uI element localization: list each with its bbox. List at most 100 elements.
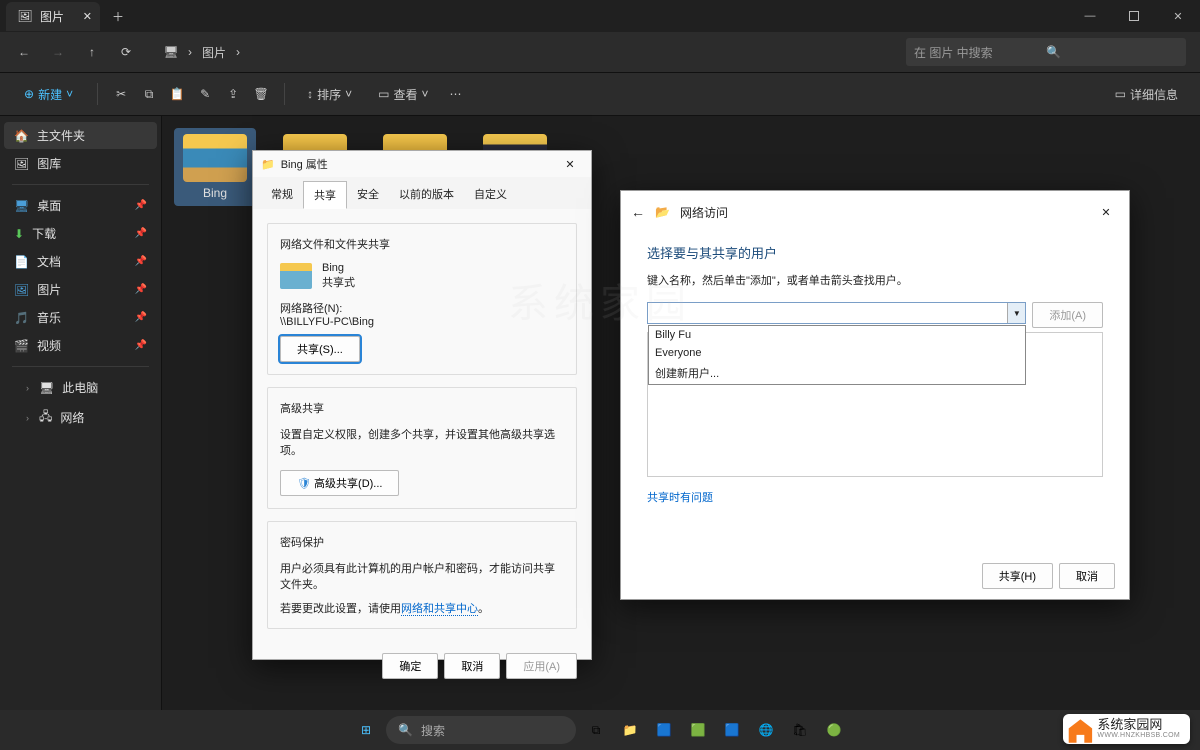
sidebar-item-music[interactable]: 🎵 音乐📌 bbox=[4, 304, 157, 331]
dialog-footer: 共享(H) 取消 bbox=[621, 553, 1129, 599]
cancel-button[interactable]: 取消 bbox=[444, 653, 500, 679]
tab-security[interactable]: 安全 bbox=[347, 181, 389, 209]
trouble-link[interactable]: 共享时有问题 bbox=[647, 489, 1103, 506]
watermark-badge: 系统家园网 WWW.HNZKHBSB.COM bbox=[1063, 714, 1190, 744]
dropdown-toggle[interactable]: ▼ bbox=[1007, 303, 1025, 323]
navbar: ← → ↑ ⟳ 🖥 › 图片 › 在 图片 中搜索 bbox=[0, 32, 1200, 72]
shared-folder-icon bbox=[280, 263, 312, 289]
panel-title: 网络文件和文件夹共享 bbox=[280, 236, 564, 252]
password-protection-panel: 密码保护 用户必须具有此计算机的用户帐户和密码，才能访问共享文件夹。 若要更改此… bbox=[267, 521, 577, 629]
properties-dialog: 📁 Bing 属性 常规 共享 安全 以前的版本 自定义 网络文件和文件夹共享 … bbox=[252, 150, 592, 660]
dialog-title: 网络访问 bbox=[680, 204, 728, 221]
share-button[interactable]: 共享(H) bbox=[982, 563, 1053, 589]
network-path-value: \\BILLYFU-PC\Bing bbox=[280, 316, 564, 328]
tab-previous-versions[interactable]: 以前的版本 bbox=[389, 181, 464, 209]
back-button[interactable]: ← bbox=[14, 42, 34, 62]
taskbar-search[interactable]: 🔍搜索 bbox=[386, 716, 576, 744]
sidebar-item-documents[interactable]: 📄 文档📌 bbox=[4, 248, 157, 275]
advanced-sharing-panel: 高级共享 设置自定义权限，创建多个共享，并设置其他高级共享选项。 🛡 高级共享(… bbox=[267, 387, 577, 509]
app-icon[interactable]: 🟩 bbox=[684, 716, 712, 744]
sidebar-item-network[interactable]: ›🖧 网络 bbox=[4, 402, 157, 433]
maximize-button[interactable] bbox=[1112, 0, 1156, 32]
close-window-button[interactable] bbox=[1156, 0, 1200, 32]
back-button[interactable]: ← bbox=[631, 204, 645, 220]
app-icon[interactable]: 🟦 bbox=[718, 716, 746, 744]
password-line1: 用户必须具有此计算机的用户帐户和密码，才能访问共享文件夹。 bbox=[280, 560, 564, 592]
refresh-button[interactable]: ⟳ bbox=[116, 42, 136, 62]
paste-icon[interactable]: 📋 bbox=[168, 85, 186, 103]
rename-icon[interactable]: ✎ bbox=[196, 85, 214, 103]
taskbar: ⊞ 🔍搜索 ⧉ 📁 🟦 🟩 🟦 🌐 🛍 🟢 ˄ 英 bbox=[0, 710, 1200, 750]
pictures-icon: 🖼 bbox=[18, 9, 32, 23]
titlebar: 🖼 图片 ＋ bbox=[0, 0, 1200, 32]
user-dropdown: Billy Fu Everyone 创建新用户... bbox=[648, 325, 1026, 385]
folder-icon: 📁 bbox=[261, 158, 275, 171]
cancel-button[interactable]: 取消 bbox=[1059, 563, 1115, 589]
minimize-button[interactable] bbox=[1068, 0, 1112, 32]
dropdown-option[interactable]: Everyone bbox=[649, 344, 1025, 362]
copy-icon[interactable]: ⧉ bbox=[140, 85, 158, 103]
task-view-icon[interactable]: ⧉ bbox=[582, 716, 610, 744]
sidebar: 🏠 主文件夹 🖼 图库 🖥 桌面📌 ⬇ 下载📌 📄 文档📌 🖼 图片📌 🎵 音乐… bbox=[0, 116, 162, 726]
cut-icon[interactable]: ✂ bbox=[112, 85, 130, 103]
sidebar-item-pictures[interactable]: 🖼 图片📌 bbox=[4, 276, 157, 303]
details-pane-button[interactable]: ▭ 详细信息 bbox=[1107, 80, 1186, 109]
network-sharing-panel: 网络文件和文件夹共享 Bing 共享式 网络路径(N): \\BILLYFU-P… bbox=[267, 223, 577, 375]
sidebar-item-thispc[interactable]: ›🖥 此电脑 bbox=[4, 374, 157, 401]
edge-icon[interactable]: 🌐 bbox=[752, 716, 780, 744]
dialog-title: Bing 属性 bbox=[281, 156, 328, 172]
sidebar-item-videos[interactable]: 🎬 视频📌 bbox=[4, 332, 157, 359]
toolbar: ⊕ 新建 ˅ ✂ ⧉ 📋 ✎ ⇪ 🗑 ↕ 排序 ˅ ▭ 查看 ˅ ⋯ ▭ 详细信… bbox=[0, 72, 1200, 116]
folder-label: Bing bbox=[203, 186, 227, 200]
dialog-heading: 选择要与其共享的用户 bbox=[647, 243, 1103, 262]
add-button[interactable]: 添加(A) bbox=[1032, 302, 1103, 328]
tab-customize[interactable]: 自定义 bbox=[464, 181, 517, 209]
chevron-icon: › bbox=[188, 45, 192, 59]
advanced-share-button[interactable]: 🛡 高级共享(D)... bbox=[280, 470, 399, 496]
folder-name: Bing bbox=[322, 262, 355, 274]
more-icon[interactable]: ⋯ bbox=[447, 85, 465, 103]
network-path-label: 网络路径(N): bbox=[280, 300, 564, 316]
user-input[interactable] bbox=[648, 303, 1007, 323]
user-combo[interactable]: ▼ Billy Fu Everyone 创建新用户... bbox=[647, 302, 1026, 324]
new-button[interactable]: ⊕ 新建 ˅ bbox=[14, 80, 83, 109]
window-tab[interactable]: 🖼 图片 bbox=[6, 2, 100, 31]
app-icon[interactable]: 🟦 bbox=[650, 716, 678, 744]
shared-folder-icon: 📂 bbox=[655, 205, 670, 219]
sort-button[interactable]: ↕ 排序 ˅ bbox=[299, 80, 360, 109]
breadcrumb-item[interactable]: 图片 bbox=[202, 44, 226, 61]
advanced-desc: 设置自定义权限，创建多个共享，并设置其他高级共享选项。 bbox=[280, 426, 564, 458]
dropdown-option[interactable]: 创建新用户... bbox=[649, 362, 1025, 384]
sidebar-item-downloads[interactable]: ⬇ 下载📌 bbox=[4, 220, 157, 247]
breadcrumb[interactable]: 🖥 › 图片 › bbox=[164, 44, 240, 61]
delete-icon[interactable]: 🗑 bbox=[252, 85, 270, 103]
close-tab-icon[interactable] bbox=[83, 9, 92, 23]
ok-button[interactable]: 确定 bbox=[382, 653, 438, 679]
share-button[interactable]: 共享(S)... bbox=[280, 336, 360, 362]
dropdown-option[interactable]: Billy Fu bbox=[649, 326, 1025, 344]
forward-button[interactable]: → bbox=[48, 42, 68, 62]
search-placeholder: 在 图片 中搜索 bbox=[914, 44, 1046, 61]
explorer-icon[interactable]: 📁 bbox=[616, 716, 644, 744]
share-icon[interactable]: ⇪ bbox=[224, 85, 242, 103]
search-input[interactable]: 在 图片 中搜索 bbox=[906, 38, 1186, 66]
store-icon[interactable]: 🛍 bbox=[786, 716, 814, 744]
apply-button[interactable]: 应用(A) bbox=[506, 653, 577, 679]
tab-title: 图片 bbox=[40, 8, 64, 25]
dialog-hint: 键入名称，然后单击"添加"，或者单击箭头查找用户。 bbox=[647, 272, 1103, 288]
folder-item[interactable]: Bing bbox=[174, 128, 256, 206]
tab-general[interactable]: 常规 bbox=[261, 181, 303, 209]
app-icon[interactable]: 🟢 bbox=[820, 716, 848, 744]
tab-sharing[interactable]: 共享 bbox=[303, 181, 347, 209]
new-tab-button[interactable]: ＋ bbox=[104, 2, 132, 30]
dialog-titlebar[interactable]: 📁 Bing 属性 bbox=[253, 151, 591, 177]
close-dialog-button[interactable] bbox=[557, 151, 583, 177]
close-dialog-button[interactable] bbox=[1093, 199, 1119, 225]
network-center-link[interactable]: 网络和共享中心 bbox=[401, 603, 478, 616]
sidebar-item-home[interactable]: 🏠 主文件夹 bbox=[4, 122, 157, 149]
sidebar-item-desktop[interactable]: 🖥 桌面📌 bbox=[4, 192, 157, 219]
view-button[interactable]: ▭ 查看 ˅ bbox=[370, 80, 436, 109]
start-button[interactable]: ⊞ bbox=[352, 716, 380, 744]
sidebar-item-gallery[interactable]: 🖼 图库 bbox=[4, 150, 157, 177]
up-button[interactable]: ↑ bbox=[82, 42, 102, 62]
